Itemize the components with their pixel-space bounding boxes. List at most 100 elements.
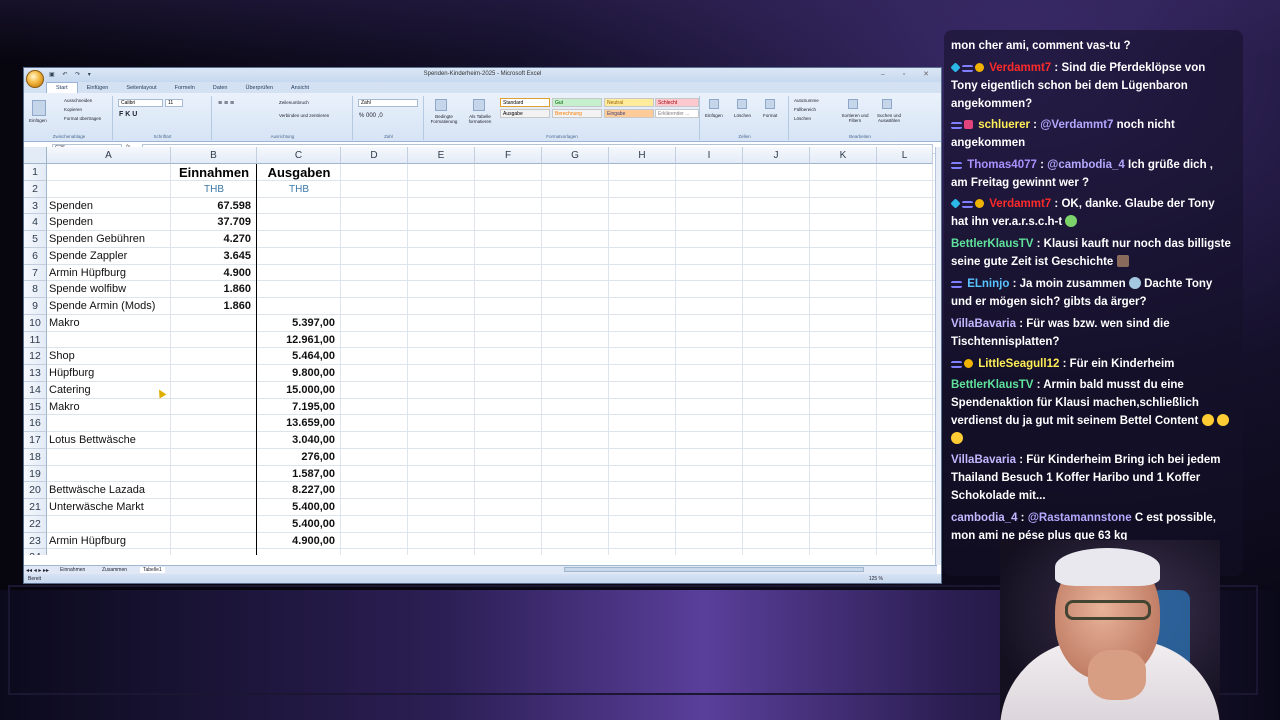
cell-c[interactable]: 1.587,00: [257, 466, 335, 483]
cell-a[interactable]: Armin Hüpfburg: [49, 265, 126, 282]
column-header[interactable]: H: [609, 147, 676, 164]
cell-c[interactable]: 7.195,00: [257, 399, 335, 416]
row-header[interactable]: 15: [24, 398, 47, 416]
column-header[interactable]: G: [542, 147, 609, 164]
header-einnahmen[interactable]: Einnahmen: [171, 164, 257, 181]
merge-button[interactable]: Verbinden und zentrieren: [279, 113, 329, 118]
column-header[interactable]: F: [475, 147, 542, 164]
column-header[interactable]: L: [877, 147, 933, 164]
unit-einnahmen[interactable]: THB: [171, 181, 257, 198]
zoom-level[interactable]: 125 %: [869, 574, 883, 583]
copy-button[interactable]: Kopieren: [64, 107, 82, 112]
tab-data[interactable]: Daten: [204, 85, 237, 91]
chat-username[interactable]: VillaBavaria: [951, 318, 1016, 330]
cell-c[interactable]: 5.397,00: [257, 315, 335, 332]
column-header[interactable]: J: [743, 147, 810, 164]
chat-username[interactable]: Thomas4077: [967, 159, 1037, 171]
cell-a[interactable]: Spende Armin (Mods): [49, 298, 155, 315]
cell-a[interactable]: Unterwäsche Markt: [49, 499, 144, 516]
chat-username[interactable]: VillaBavaria: [951, 454, 1016, 466]
row-header[interactable]: 17: [24, 432, 47, 449]
cell-c[interactable]: 5.400,00: [257, 499, 335, 516]
chat-username[interactable]: Verdammt7: [989, 62, 1051, 74]
row-header[interactable]: 13: [24, 365, 47, 382]
sheet-tab-einnahmen[interactable]: Einnahmen: [60, 567, 85, 573]
autosum-button[interactable]: AutoSumme: [794, 98, 819, 103]
format-as-table-icon[interactable]: [473, 99, 485, 111]
cell-c[interactable]: 5.464,00: [257, 348, 335, 365]
format-painter-button[interactable]: Format übertragen: [64, 116, 101, 121]
sort-filter-button[interactable]: Sortieren und Filtern: [840, 113, 870, 123]
row-header[interactable]: 6: [24, 247, 47, 265]
insert-cells-button[interactable]: Einfügen: [705, 113, 723, 118]
row-header[interactable]: 12: [24, 348, 47, 365]
delete-cells-icon[interactable]: [737, 99, 747, 109]
cell-a[interactable]: Makro: [49, 315, 80, 332]
style-standard[interactable]: Standard: [500, 98, 550, 107]
cell-c[interactable]: 5.400,00: [257, 516, 335, 533]
row-header[interactable]: 22: [24, 515, 47, 533]
cell-a[interactable]: Spenden Gebühren: [49, 231, 145, 248]
cell-c[interactable]: 3.040,00: [257, 432, 335, 449]
format-cells-icon[interactable]: [765, 99, 775, 109]
cell-a[interactable]: Spende wolfibw: [49, 281, 126, 298]
row-header[interactable]: 1: [24, 164, 47, 181]
tab-view[interactable]: Ansicht: [282, 85, 318, 91]
row-header[interactable]: 3: [24, 197, 47, 215]
bold-button[interactable]: F K U: [119, 111, 137, 118]
horizontal-scrollbar[interactable]: [564, 567, 864, 572]
conditional-format-button[interactable]: Bedingte Formatierung: [427, 114, 461, 124]
chat-username[interactable]: LittleSeagull12: [978, 358, 1059, 370]
clear-button[interactable]: Löschen: [794, 116, 811, 121]
cell-b[interactable]: 4.270: [171, 231, 251, 248]
cell-a[interactable]: Armin Hüpfburg: [49, 533, 126, 550]
style-good[interactable]: Gut: [552, 98, 602, 107]
column-header[interactable]: B: [171, 147, 257, 164]
insert-cells-icon[interactable]: [709, 99, 719, 109]
cell-a[interactable]: Catering: [49, 382, 91, 399]
cell-a[interactable]: Spende Zappler: [49, 248, 127, 265]
conditional-format-icon[interactable]: [435, 99, 447, 111]
column-header[interactable]: D: [341, 147, 408, 164]
tab-insert[interactable]: Einfügen: [78, 85, 118, 91]
cell-a[interactable]: Makro: [49, 399, 80, 416]
cell-a[interactable]: Spenden: [49, 198, 93, 215]
cell-b[interactable]: 37.709: [171, 214, 251, 231]
tab-review[interactable]: Überprüfen: [236, 85, 282, 91]
row-header[interactable]: 16: [24, 415, 47, 432]
unit-ausgaben[interactable]: THB: [257, 181, 341, 198]
cell-c[interactable]: 13.659,00: [257, 415, 335, 432]
cell-b[interactable]: 3.645: [171, 248, 251, 265]
find-select-icon[interactable]: [882, 99, 892, 109]
tab-start[interactable]: Start: [46, 82, 78, 93]
cell-b[interactable]: 1.860: [171, 281, 251, 298]
row-header[interactable]: 10: [24, 314, 47, 332]
number-buttons[interactable]: % 000 ,0: [359, 113, 383, 119]
column-header[interactable]: E: [408, 147, 475, 164]
delete-cells-button[interactable]: Löschen: [734, 113, 751, 118]
paste-icon[interactable]: [32, 100, 46, 116]
row-header[interactable]: 9: [24, 298, 47, 315]
row-header[interactable]: 20: [24, 482, 47, 499]
worksheet-grid[interactable]: A B C D E F G H I J K L 1 2 3 Spenden 67.598 4 Spenden 37.7…: [24, 147, 937, 555]
sort-filter-icon[interactable]: [848, 99, 858, 109]
font-name-select[interactable]: Calibri: [118, 99, 163, 107]
row-header[interactable]: 2: [24, 180, 47, 198]
chat-username[interactable]: BettlerKlausTV: [951, 379, 1033, 391]
cell-a[interactable]: Hüpfburg: [49, 365, 94, 382]
style-bad[interactable]: Schlecht: [655, 98, 699, 107]
column-header[interactable]: K: [810, 147, 877, 164]
row-header[interactable]: 4: [24, 214, 47, 231]
cell-c[interactable]: 9.800,00: [257, 365, 335, 382]
row-header[interactable]: 11: [24, 331, 47, 349]
chat-username[interactable]: ELninjo: [967, 278, 1009, 290]
chat-username[interactable]: BettlerKlausTV: [951, 238, 1033, 250]
cell-c[interactable]: 276,00: [257, 449, 335, 466]
tab-page-layout[interactable]: Seitenlayout: [117, 85, 165, 91]
row-header[interactable]: 18: [24, 448, 47, 466]
office-button-icon[interactable]: [26, 70, 44, 88]
sheet-nav-icons[interactable]: ◂◂ ◂ ▸ ▸▸: [26, 567, 49, 574]
format-as-table-button[interactable]: Als Tabelle formatieren: [463, 114, 497, 124]
row-header[interactable]: 21: [24, 499, 47, 516]
style-explanatory[interactable]: Erklärender ...: [655, 109, 699, 118]
